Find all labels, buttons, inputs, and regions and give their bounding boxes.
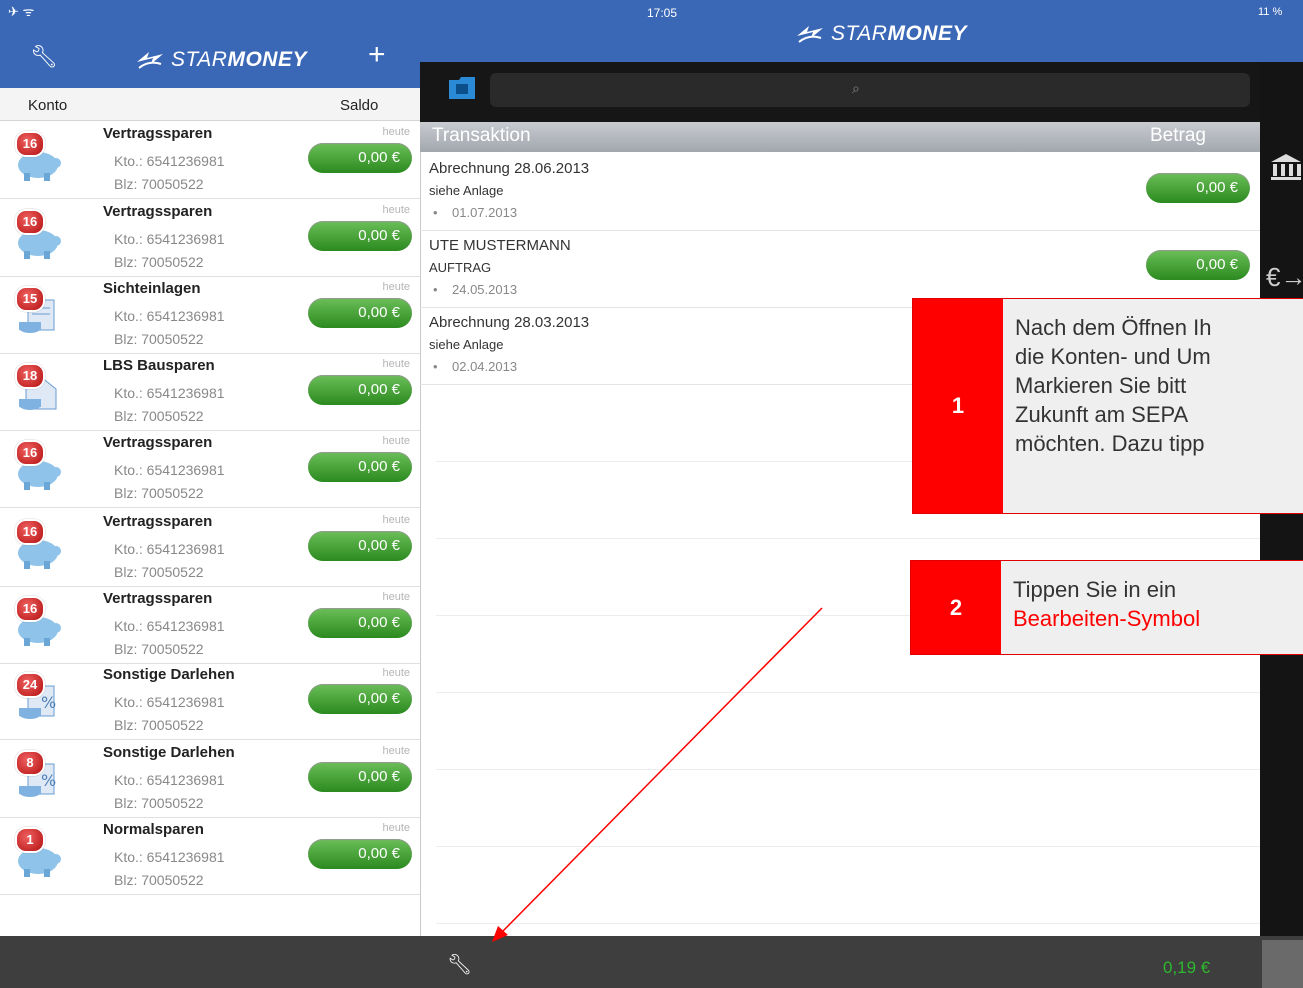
badge-count: 15 xyxy=(15,286,45,312)
badge-count: 16 xyxy=(15,519,45,545)
badge-count: 8 xyxy=(15,750,45,776)
badge-count: 16 xyxy=(15,209,45,235)
pointer-arrow xyxy=(492,607,823,942)
badge-count: 1 xyxy=(15,827,45,853)
badge-count: 16 xyxy=(15,131,45,157)
badge-count: 16 xyxy=(15,596,45,622)
badge-count: 18 xyxy=(15,363,45,389)
badge-count: 24 xyxy=(15,672,45,698)
badge-count: 16 xyxy=(15,440,45,466)
